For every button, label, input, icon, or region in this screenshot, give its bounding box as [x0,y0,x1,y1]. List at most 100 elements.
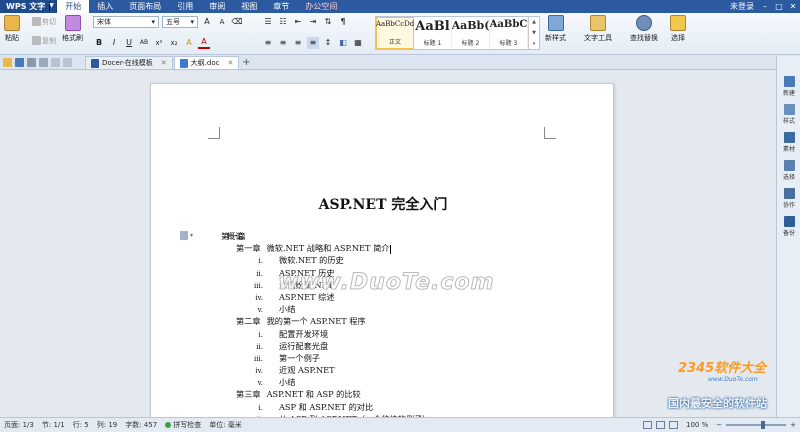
tab-references[interactable]: 引用 [169,0,201,13]
tab-office-space[interactable]: 办公空间 [297,0,345,13]
sidebar-item-backup[interactable]: 备份 [777,216,800,237]
style-heading-1[interactable]: AaBl 标题 1 [414,17,452,49]
outline-item[interactable]: i. 配置开发环境 [221,328,430,340]
expand-icon[interactable]: ▾ [529,38,539,49]
zoom-slider[interactable] [726,421,787,429]
zoom-out-icon[interactable]: − [716,421,722,429]
grow-font-icon[interactable]: A [201,16,213,28]
minimize-icon[interactable]: – [758,0,772,13]
superscript-icon[interactable]: x² [153,37,165,49]
underline-icon[interactable]: U [123,37,135,49]
outline-item[interactable]: iii. 第一个例子 [221,352,430,364]
app-menu-button[interactable]: WPS 文字 ▼ [0,0,58,13]
style-normal[interactable]: AaBbCcDd 正文 [376,17,414,49]
tab-chapter[interactable]: 章节 [265,0,297,13]
outline-item[interactable]: v. 小结 [221,303,430,315]
cut-button[interactable]: 剪切 [32,17,56,27]
open-icon[interactable] [3,58,12,67]
close-icon[interactable]: ✕ [161,59,167,67]
print-icon[interactable] [27,58,36,67]
outline-item[interactable]: 第一篇概论 [221,230,430,242]
tab-page-layout[interactable]: 页面布局 [121,0,169,13]
maximize-icon[interactable]: □ [772,0,786,13]
tab-review[interactable]: 审阅 [201,0,233,13]
font-name-select[interactable]: 宋体 ▾ [93,15,159,28]
numbering-icon[interactable]: ☷ [277,16,289,28]
preview-icon[interactable] [39,58,48,67]
sidebar-item-select[interactable]: 选择 [777,160,800,181]
page-view-icon[interactable] [643,421,652,429]
italic-icon[interactable]: I [108,37,120,49]
copy-button[interactable]: 复制 [32,36,56,46]
paragraph-handle-icon[interactable] [180,231,188,240]
save-icon[interactable] [15,58,24,67]
undo-icon[interactable] [51,58,60,67]
sidebar-item-materials[interactable]: 素材 [777,132,800,153]
text-tools-button[interactable]: 文字工具 [584,15,612,43]
decrease-indent-icon[interactable]: ⇤ [292,16,304,28]
shrink-font-icon[interactable]: A [216,16,228,28]
align-right-icon[interactable]: ≡ [292,37,304,49]
line-spacing-icon[interactable]: ↕ [322,37,334,49]
outline-item[interactable]: v. 小结 [221,376,430,388]
find-replace-button[interactable]: 查找替换 [630,15,658,43]
subscript-icon[interactable]: x₂ [168,37,180,49]
shading-icon[interactable]: ◧ [337,37,349,49]
login-link[interactable]: 未登录 [726,1,758,12]
zoom-in-icon[interactable]: + [790,421,796,429]
tab-view[interactable]: 视图 [233,0,265,13]
web-view-icon[interactable] [669,421,678,429]
strikethrough-icon[interactable]: AB [138,37,150,49]
outline-item[interactable]: ii. 运行配套光盘 [221,340,430,352]
bullets-icon[interactable]: ☰ [262,16,274,28]
align-center-icon[interactable]: ≡ [277,37,289,49]
status-unit[interactable]: 单位: 毫米 [205,420,246,430]
align-left-icon[interactable]: ≡ [262,37,274,49]
tab-document[interactable]: 大纲.doc ✕ [173,56,240,69]
sidebar-item-styles[interactable]: 样式 [777,104,800,125]
outline-item[interactable]: 第二章 我的第一个 ASP.NET 程序 [221,315,430,327]
show-marks-icon[interactable]: ¶ [337,16,349,28]
increase-indent-icon[interactable]: ⇥ [307,16,319,28]
chevron-down-icon[interactable]: ▼ [529,28,539,39]
tab-insert[interactable]: 插入 [89,0,121,13]
new-style-button[interactable]: 新样式 [545,15,566,43]
styles-scroll[interactable]: ▲ ▼ ▾ [528,17,539,49]
clear-format-icon[interactable]: ⌫ [231,16,243,28]
sidebar-item-collaborate[interactable]: 协作 [777,188,800,209]
justify-icon[interactable]: ≡ [307,36,319,49]
outline-item[interactable]: iv. 近观 ASP.NET [221,364,430,376]
font-size-select[interactable]: 五号 ▾ [162,15,198,28]
tab-home[interactable]: 开始 [57,0,90,13]
border-icon[interactable]: ▦ [352,37,364,49]
zoom-level[interactable]: 100 % [682,421,712,429]
chevron-down-icon[interactable]: ▾ [190,232,193,239]
sidebar-item-new[interactable]: 新建 [777,76,800,97]
outline-item[interactable]: i. 微软.NET 的历史 [221,254,430,266]
document-title[interactable]: ASP.NET 完全入门 [151,194,615,214]
highlight-icon[interactable]: A [183,37,195,49]
paste-button[interactable]: 粘贴 [4,15,20,43]
close-icon[interactable]: ✕ [786,0,800,13]
sort-icon[interactable]: ⇅ [322,16,334,28]
redo-icon[interactable] [63,58,72,67]
style-heading-2[interactable]: AaBb( 标题 2 [452,17,490,49]
document-page[interactable]: ASP.NET 完全入门 第一篇概论 第一章 微软.NET 战略和 ASP.NET … [150,83,614,417]
style-heading-3[interactable]: AaBbC 标题 3 [490,17,528,49]
outline-item[interactable]: i. ASP 和 ASP.NET 的对比 [221,401,430,413]
status-page[interactable]: 页面: 1/3 [0,420,38,430]
outline-item[interactable]: 第一章 微软.NET 战略和 ASP.NET 简介 [221,242,430,254]
format-painter-button[interactable]: 格式刷 [62,15,83,43]
spell-check-toggle[interactable]: 拼写检查 [161,420,205,430]
tab-docer-templates[interactable]: Docer-在线模板 ✕ [85,56,173,69]
new-tab-button[interactable]: + [240,57,252,68]
select-button[interactable]: 选择 [670,15,686,43]
close-icon[interactable]: ✕ [227,59,233,67]
document-outline[interactable]: 第一篇概论 第一章 微软.NET 战略和 ASP.NET 简介 i. 微软.NET 的历… [221,230,430,417]
outline-view-icon[interactable] [656,421,665,429]
zoom-slider-knob[interactable] [761,421,766,429]
outline-item[interactable]: 第三章 ASP.NET 和 ASP 的比较 [221,388,430,400]
status-words[interactable]: 字数: 457 [121,420,161,430]
bold-icon[interactable]: B [93,37,105,49]
chevron-up-icon[interactable]: ▲ [529,17,539,28]
